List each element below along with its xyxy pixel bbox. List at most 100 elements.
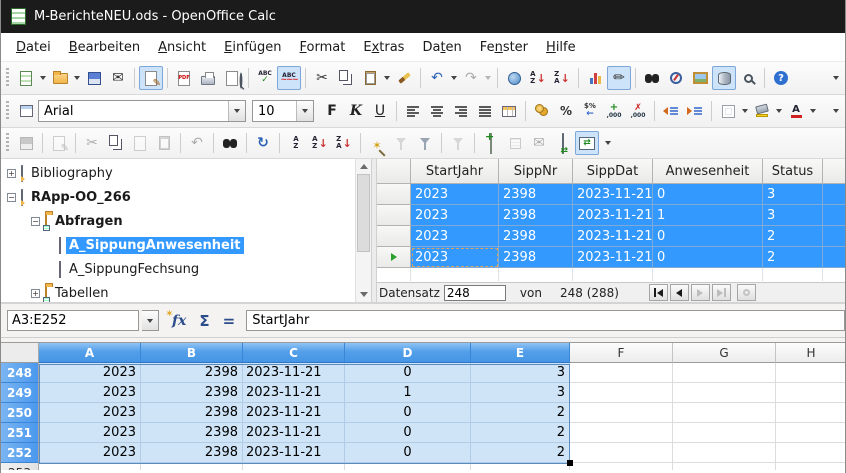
apply-filter-button[interactable]: [389, 131, 413, 155]
menu-fenster[interactable]: Fenster: [471, 36, 537, 59]
column-header-h[interactable]: H: [776, 343, 846, 363]
grid-cell[interactable]: 2398: [499, 205, 573, 226]
input-line[interactable]: [246, 310, 845, 331]
new-record-button[interactable]: [737, 284, 756, 301]
column-header-anwesenheit[interactable]: Anwesenheit: [653, 159, 763, 184]
font-color-button[interactable]: A: [784, 99, 808, 123]
delete-decimal-button[interactable]: ✗,000: [626, 99, 650, 123]
cell-f253[interactable]: [570, 463, 673, 470]
tree-scrollbar[interactable]: [355, 159, 371, 302]
borders-button[interactable]: [716, 99, 740, 123]
tree-item-a-sippungfechsung[interactable]: A_SippungFechsung: [1, 257, 371, 281]
paste-record-button[interactable]: [152, 131, 176, 155]
cell-h250[interactable]: [776, 403, 846, 423]
font-name-combobox[interactable]: [38, 100, 246, 122]
sort-ascending-button[interactable]: AZ↓: [526, 66, 550, 90]
grid-cell[interactable]: 2398: [499, 184, 573, 205]
borders-dropdown[interactable]: [742, 109, 748, 113]
name-box[interactable]: [7, 310, 139, 331]
row-selector[interactable]: [377, 205, 411, 226]
menu-format[interactable]: Format: [291, 36, 355, 59]
increase-indent-button[interactable]: [683, 99, 707, 123]
page-preview-button[interactable]: [220, 66, 244, 90]
table-data-toolbar-overflow[interactable]: [605, 141, 611, 145]
reset-filter-button[interactable]: [446, 131, 470, 155]
zoom-button[interactable]: [736, 66, 760, 90]
column-header-f[interactable]: F: [570, 343, 673, 363]
grid-cell-active[interactable]: 2023: [411, 247, 499, 268]
scroll-up-button[interactable]: [356, 159, 371, 174]
cell-d250[interactable]: 0: [345, 403, 471, 423]
menu-datei[interactable]: Datei: [7, 36, 60, 59]
grid-cell[interactable]: 0: [653, 184, 763, 205]
toolbar-grip[interactable]: [6, 68, 9, 88]
tree-item-rapp-oo-266[interactable]: − RApp-OO_266: [1, 185, 371, 209]
gallery-button[interactable]: [688, 66, 712, 90]
data-to-fields-button[interactable]: [503, 131, 527, 155]
cell-g248[interactable]: [673, 363, 776, 383]
print-button[interactable]: [196, 66, 220, 90]
font-name-dropdown[interactable]: [228, 101, 245, 121]
row-selector[interactable]: [377, 226, 411, 247]
cell-b253[interactable]: [141, 463, 243, 470]
grid-cell[interactable]: 3: [763, 205, 823, 226]
edit-file-button[interactable]: ✎: [139, 66, 163, 90]
cell-b249[interactable]: 2398: [141, 383, 243, 403]
previous-record-button[interactable]: [670, 284, 689, 301]
open-dropdown[interactable]: [74, 76, 80, 80]
tree-item-bibliography[interactable]: + Bibliography: [1, 161, 371, 185]
scrollbar-thumb[interactable]: [357, 174, 370, 252]
percent-format-button[interactable]: %: [554, 99, 578, 123]
help-button[interactable]: ?: [769, 66, 793, 90]
cell-g250[interactable]: [673, 403, 776, 423]
cell-h253[interactable]: [776, 463, 845, 470]
formula-input[interactable]: [247, 311, 844, 330]
background-color-dropdown[interactable]: [776, 109, 782, 113]
function-wizard-button[interactable]: ✶fx: [172, 313, 186, 329]
last-record-button[interactable]: [712, 284, 731, 301]
cut-record-button[interactable]: ✂: [80, 131, 104, 155]
grid-cell[interactable]: 2023-11-21: [573, 184, 653, 205]
cell-b248[interactable]: 2398: [141, 363, 243, 383]
standard-format-button[interactable]: $%←: [578, 99, 602, 123]
font-size-combobox[interactable]: [252, 100, 314, 122]
column-header-b[interactable]: B: [141, 343, 243, 363]
open-button[interactable]: [48, 66, 72, 90]
grid-cell[interactable]: 2023-11-21: [573, 226, 653, 247]
row-header-249[interactable]: 249: [1, 383, 39, 403]
cell-d252[interactable]: 0: [345, 443, 471, 463]
cell-a249[interactable]: 2023: [39, 383, 141, 403]
background-color-button[interactable]: [750, 99, 774, 123]
font-color-dropdown[interactable]: [810, 109, 816, 113]
paste-dropdown[interactable]: [384, 76, 390, 80]
find-record-button[interactable]: [218, 131, 242, 155]
equals-button[interactable]: =: [223, 312, 236, 330]
align-justify-button[interactable]: [473, 99, 497, 123]
cell-g253[interactable]: [673, 463, 776, 470]
grid-cell[interactable]: 0: [653, 247, 763, 268]
auto-filter-button[interactable]: ✶: [365, 131, 389, 155]
column-header-c[interactable]: C: [243, 343, 345, 363]
sort-ascending-data-button[interactable]: AZ↓: [308, 131, 332, 155]
cell-c249[interactable]: 2023-11-21: [243, 383, 345, 403]
undo-data-button[interactable]: ↶: [185, 131, 209, 155]
tree-item-a-sippunganwesenheit[interactable]: A_SippungAnwesenheit: [1, 233, 371, 257]
menu-ansicht[interactable]: Ansicht: [149, 36, 215, 59]
current-document-data-source-button[interactable]: ⇄: [551, 131, 575, 155]
cell-f252[interactable]: [570, 443, 673, 463]
grid-cell[interactable]: 1: [653, 205, 763, 226]
column-header-status[interactable]: Status: [763, 159, 823, 184]
insert-chart-button[interactable]: [583, 66, 607, 90]
cell-f249[interactable]: [570, 383, 673, 403]
cell-f248[interactable]: [570, 363, 673, 383]
column-header-a[interactable]: A: [39, 343, 141, 363]
row-selector[interactable]: [377, 184, 411, 205]
font-size-dropdown[interactable]: [296, 101, 313, 121]
grid-cell[interactable]: 2398: [499, 247, 573, 268]
row-header-250[interactable]: 250: [1, 403, 39, 423]
menu-daten[interactable]: Daten: [413, 36, 470, 59]
row-header-253[interactable]: 253: [1, 463, 39, 470]
cell-h252[interactable]: [776, 443, 846, 463]
save-button[interactable]: [82, 66, 106, 90]
cell-h249[interactable]: [776, 383, 846, 403]
